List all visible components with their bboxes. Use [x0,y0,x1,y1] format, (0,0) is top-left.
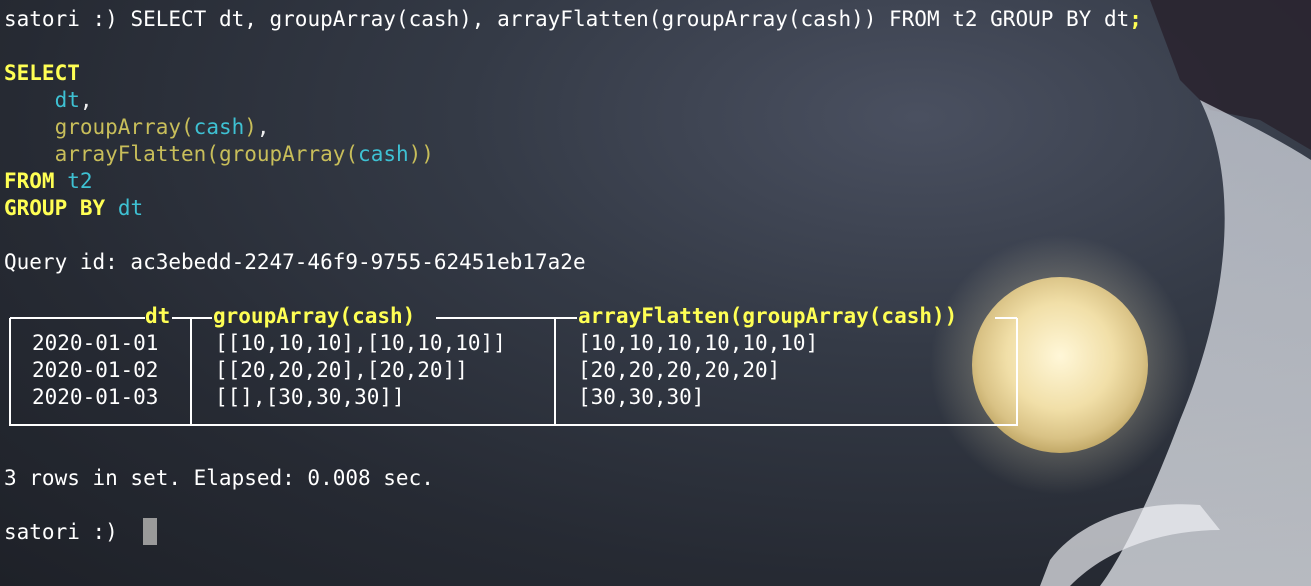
shell-prompt: satori :) [4,7,118,31]
text-cursor[interactable] [143,518,157,545]
column-header-dt: dt [145,304,171,328]
current-prompt: satori :) [4,520,118,544]
terminal-window[interactable]: satori :) SELECT dt, groupArray(cash), a… [0,0,1311,586]
command-text: SELECT dt, groupArray(cash), arrayFlatte… [117,7,1130,31]
query-id: Query id: ac3ebedd-2247-46f9-9755-62451e… [4,250,586,274]
select-col-arrayflatten: arrayFlatten(groupArray(cash)) [54,142,434,166]
select-col-dt: dt, [54,88,93,112]
row-2-grouparray: [[20,20,20],[20,20]] [215,358,468,382]
row-3-arrayflatten: [30,30,30] [578,385,705,409]
row-3-grouparray: [[],[30,30,30]] [215,385,405,409]
result-summary: 3 rows in set. Elapsed: 0.008 sec. [4,466,434,490]
from-clause: FROM t2 [4,169,93,193]
row-2-arrayflatten: [20,20,20,20,20] [578,358,781,382]
row-2-dt: 2020-01-02 [32,358,159,382]
command-terminator: ; [1129,7,1142,31]
select-col-grouparray: groupArray(cash), [54,115,270,139]
column-header-arrayflatten: arrayFlatten(groupArray(cash)) [578,304,958,328]
column-header-grouparray: groupArray(cash) [213,304,416,328]
row-1-grouparray: [[10,10,10],[10,10,10]] [215,331,506,355]
row-1-arrayflatten: [10,10,10,10,10,10] [578,331,819,355]
select-keyword: SELECT [4,61,80,85]
group-by-clause: GROUP BY dt [4,196,144,220]
command-line: satori :) SELECT dt, groupArray(cash), a… [4,6,1142,33]
row-1-dt: 2020-01-01 [32,331,159,355]
row-3-dt: 2020-01-03 [32,385,159,409]
